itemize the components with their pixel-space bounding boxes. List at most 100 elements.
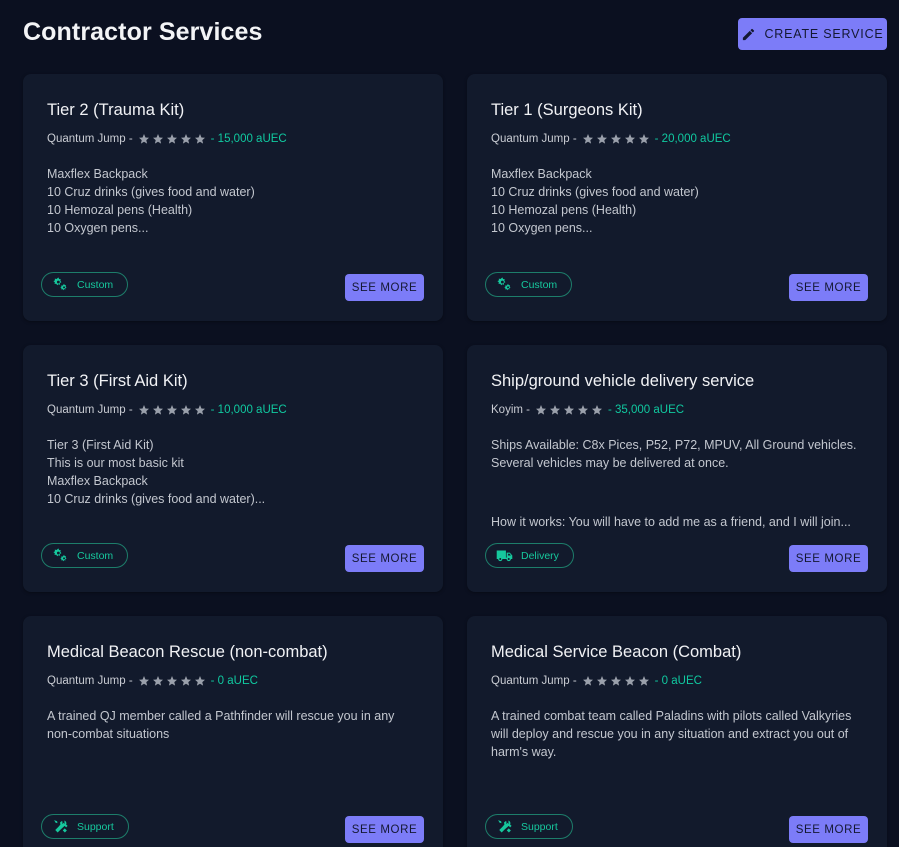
description-line: 10 Oxygen pens... [491, 221, 593, 235]
star-icon [549, 405, 560, 415]
star-icon [166, 405, 177, 415]
star-icon [591, 405, 602, 415]
star-icon [152, 676, 163, 686]
description-extra: How it works: You will have to add me as… [491, 515, 851, 529]
description-line: 10 Cruz drinks (gives food and water)... [47, 492, 266, 506]
star-icon [596, 134, 607, 144]
see-more-button[interactable]: SEE MORE [789, 274, 868, 301]
badge-label: Support [521, 820, 558, 833]
star-icon [194, 405, 205, 415]
service-card: Medical Service Beacon (Combat) Quantum J… [467, 616, 887, 847]
badge-label: Support [77, 820, 114, 833]
category-badge[interactable]: Custom [485, 272, 573, 297]
pencil-icon [743, 28, 755, 40]
star-icon [577, 405, 588, 415]
star-icon [180, 134, 191, 144]
service-description: Maxflex Backpack 10 Cruz drinks (gives fo… [491, 165, 871, 237]
provider-name: Quantum Jump - [47, 133, 133, 145]
star-icon [610, 676, 621, 686]
star-icon [166, 676, 177, 686]
badge-label: Custom [521, 278, 558, 291]
gears-icon [52, 276, 69, 293]
see-more-button[interactable]: SEE MORE [789, 816, 868, 843]
description-line: Ships Available: C8x Pices, P52, P72, MP… [491, 438, 857, 452]
star-icon [138, 134, 149, 144]
service-meta: Koyim - - 35,000 aUEC [491, 404, 684, 416]
description-line: 10 Hemozal pens (Health) [47, 203, 193, 217]
star-icon [563, 405, 574, 415]
service-card: Tier 3 (First Aid Kit) Quantum Jump - - 1… [23, 345, 443, 592]
description-line: Several vehicles may be delivered at onc… [491, 456, 729, 470]
category-badge[interactable]: Support [485, 814, 573, 839]
service-price: - 0 aUEC [654, 675, 702, 687]
tools-icon [496, 818, 513, 835]
service-meta: Quantum Jump - - 10,000 aUEC [47, 404, 287, 416]
create-service-button[interactable]: CREATE SERVICE [738, 18, 887, 50]
service-meta: Quantum Jump - - 0 aUEC [47, 675, 258, 687]
gears-icon [52, 547, 69, 564]
description-line: 10 Hemozal pens (Health) [491, 203, 637, 217]
rating-stars [138, 675, 206, 687]
category-badge[interactable]: Support [41, 814, 129, 839]
service-title: Medical Service Beacon (Combat) [491, 643, 742, 661]
service-price: - 10,000 aUEC [210, 404, 287, 416]
star-icon [596, 676, 607, 686]
category-badge[interactable]: Delivery [485, 543, 574, 568]
service-title: Medical Beacon Rescue (non-combat) [47, 643, 328, 661]
see-more-button[interactable]: SEE MORE [345, 274, 424, 301]
star-icon [638, 134, 649, 144]
service-price: - 0 aUEC [210, 675, 258, 687]
description-line: 10 Cruz drinks (gives food and water) [47, 185, 255, 199]
category-badge[interactable]: Custom [41, 272, 129, 297]
service-meta: Quantum Jump - - 15,000 aUEC [47, 133, 287, 145]
service-title: Tier 3 (First Aid Kit) [47, 372, 188, 390]
service-price: - 35,000 aUEC [607, 404, 685, 416]
badge-label: Custom [77, 549, 114, 562]
description-line: 10 Cruz drinks (gives food and water) [491, 185, 699, 199]
description-line: Tier 3 (First Aid Kit) [47, 438, 154, 452]
description-line: A trained combat team called Paladins wi… [491, 709, 852, 723]
description-line: Maxflex Backpack [491, 167, 592, 181]
service-title: Tier 1 (Surgeons Kit) [491, 101, 643, 119]
star-icon [152, 134, 163, 144]
star-icon [535, 405, 546, 415]
truck-icon [496, 547, 513, 564]
description-line: A trained QJ member called a Pathfinder … [47, 709, 395, 723]
service-card: Tier 1 (Surgeons Kit) Quantum Jump - - 20… [467, 74, 887, 321]
provider-name: Quantum Jump - [47, 404, 133, 416]
service-card: Tier 2 (Trauma Kit) Quantum Jump - - 15,0… [23, 74, 443, 321]
service-price: - 15,000 aUEC [210, 133, 287, 145]
service-title: Ship/ground vehicle delivery service [491, 372, 755, 390]
service-card: Medical Beacon Rescue (non-combat) Quantu… [23, 616, 443, 847]
description-line: harm's way. [491, 745, 557, 759]
description-line: 10 Oxygen pens... [47, 221, 149, 235]
star-icon [610, 134, 621, 144]
star-icon [624, 134, 635, 144]
star-icon [194, 134, 205, 144]
badge-label: Custom [77, 278, 114, 291]
provider-name: Quantum Jump - [491, 133, 577, 145]
star-icon [180, 405, 191, 415]
star-icon [624, 676, 635, 686]
badge-label: Delivery [521, 549, 559, 562]
rating-stars [535, 404, 603, 416]
description-line: will deploy and rescue you in any situat… [491, 727, 849, 741]
star-icon [166, 134, 177, 144]
service-description: Ships Available: C8x Pices, P52, P72, MP… [491, 436, 871, 472]
provider-name: Koyim - [491, 404, 530, 416]
see-more-button[interactable]: SEE MORE [789, 545, 868, 572]
rating-stars [582, 133, 650, 145]
see-more-button[interactable]: SEE MORE [345, 816, 424, 843]
star-icon [582, 134, 593, 144]
service-description: Maxflex Backpack 10 Cruz drinks (gives fo… [47, 165, 427, 237]
see-more-button[interactable]: SEE MORE [345, 545, 424, 572]
provider-name: Quantum Jump - [491, 675, 577, 687]
description-line: Maxflex Backpack [47, 474, 148, 488]
category-badge[interactable]: Custom [41, 543, 129, 568]
service-description: Tier 3 (First Aid Kit) This is our most b… [47, 436, 427, 508]
star-icon [138, 405, 149, 415]
rating-stars [138, 133, 206, 145]
star-icon [194, 676, 205, 686]
description-line: Maxflex Backpack [47, 167, 148, 181]
star-icon [180, 676, 191, 686]
